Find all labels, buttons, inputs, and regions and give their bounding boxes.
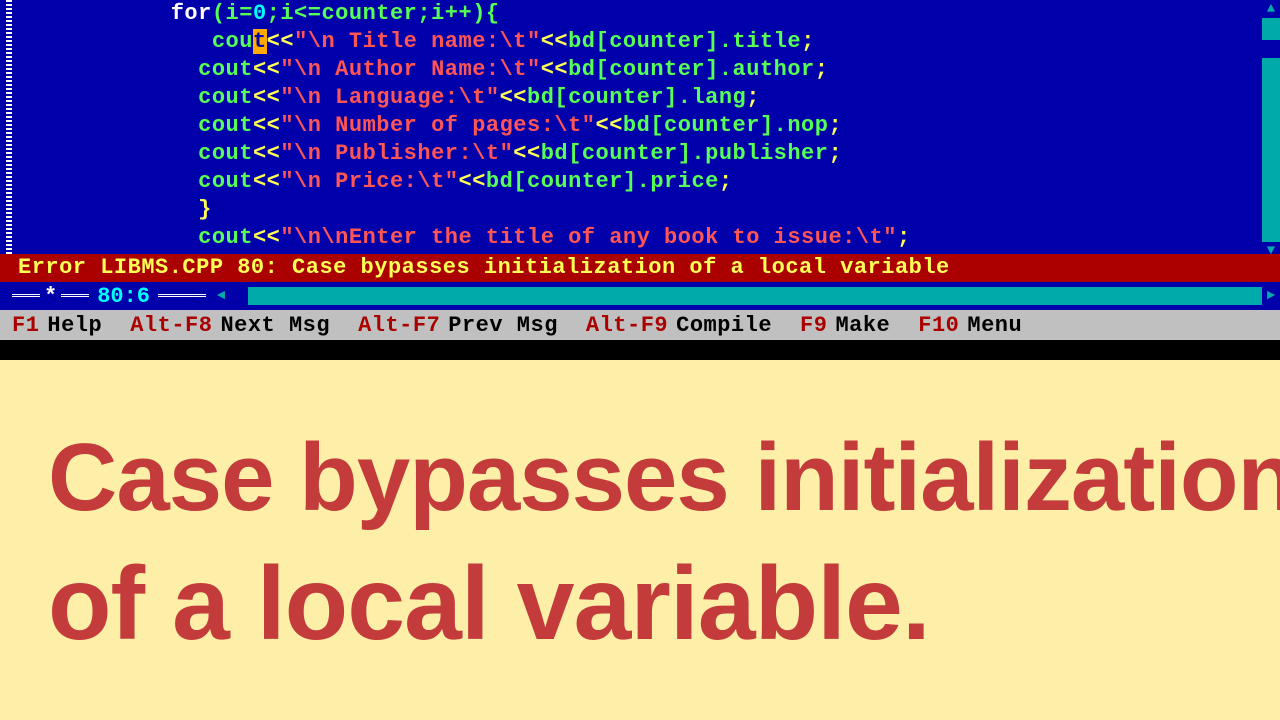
scroll-right-icon[interactable]: ►	[1262, 287, 1280, 305]
fnkey-label: Make	[835, 313, 890, 338]
fnkey-key: F9	[800, 313, 827, 338]
fnkey-label: Prev Msg	[448, 313, 558, 338]
fnkey-label: Menu	[967, 313, 1022, 338]
scroll-thumb[interactable]	[1262, 40, 1280, 58]
fnkey-key: F10	[918, 313, 959, 338]
caption-line-2: of a local variable.	[48, 547, 1240, 661]
fnkey-alt-f8[interactable]: Alt-F8 Next Msg	[130, 313, 330, 338]
fnkey-f9[interactable]: F9 Make	[800, 313, 890, 338]
caption-overlay: Case bypasses initialization of a local …	[0, 360, 1280, 720]
hscroll-thumb[interactable]	[230, 287, 248, 305]
scroll-left-icon[interactable]: ◄	[212, 287, 230, 305]
fnkey-label: Compile	[676, 313, 772, 338]
fnkey-label: Next Msg	[220, 313, 330, 338]
horizontal-scrollbar[interactable]: ◄ ►	[212, 287, 1280, 305]
fnkey-f1[interactable]: F1 Help	[12, 313, 102, 338]
fnkey-label: Help	[47, 313, 102, 338]
function-key-bar: F1 Help Alt-F8 Next Msg Alt-F7 Prev Msg Alt-F9…	[0, 310, 1280, 340]
fnkey-f10[interactable]: F10 Menu	[918, 313, 1022, 338]
fnkey-alt-f7[interactable]: Alt-F7 Prev Msg	[358, 313, 558, 338]
frame-border-left	[6, 0, 12, 290]
code-editor[interactable]: for(i=0;i<=counter;i++){ cout<<"\n Title…	[20, 0, 1260, 252]
caption-line-1: Case bypasses initialization	[48, 428, 1240, 529]
status-line: * 80:6 ◄ ►	[0, 282, 1280, 310]
turbo-c-ide: ▲ ▼ for(i=0;i<=counter;i++){ cout<<"\n T…	[0, 0, 1280, 360]
cursor-position: 80:6	[89, 284, 158, 309]
fnkey-key: Alt-F9	[586, 313, 668, 338]
modified-indicator: *	[40, 284, 61, 309]
compiler-error-message: Error LIBMS.CPP 80: Case bypasses initia…	[0, 254, 1280, 282]
vertical-scrollbar[interactable]: ▲ ▼	[1262, 0, 1280, 260]
fnkey-key: Alt-F7	[358, 313, 440, 338]
fnkey-alt-f9[interactable]: Alt-F9 Compile	[586, 313, 772, 338]
scroll-up-icon[interactable]: ▲	[1262, 0, 1280, 18]
fnkey-key: F1	[12, 313, 39, 338]
separator-strip	[0, 340, 1280, 360]
fnkey-key: Alt-F8	[130, 313, 212, 338]
